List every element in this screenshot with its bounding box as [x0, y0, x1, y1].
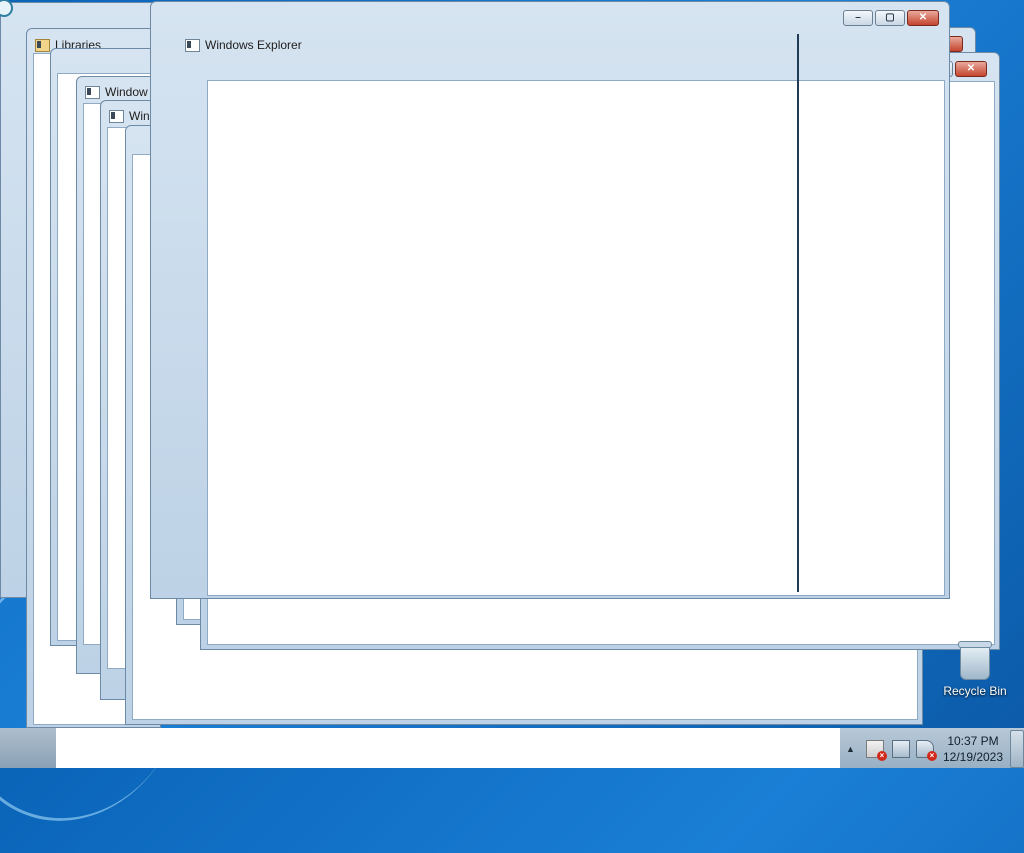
desktop-icon-label: Recycle Bin [943, 684, 1007, 698]
minimize-button[interactable]: – [843, 10, 873, 26]
window-title: Win [129, 109, 150, 123]
window-app-icon [109, 110, 124, 123]
network-icon[interactable] [892, 740, 910, 758]
pane-splitter[interactable] [797, 34, 799, 592]
folder-icon [35, 39, 50, 52]
window-app-icon [185, 39, 200, 52]
volume-muted-icon[interactable]: × [916, 740, 937, 761]
close-icon: ✕ [918, 12, 928, 23]
close-button[interactable]: ✕ [955, 61, 987, 77]
maximize-icon: ▢ [885, 12, 895, 23]
desktop-icon-recycle-bin[interactable]: Recycle Bin [940, 641, 1010, 698]
clock-date: 12/19/2023 [942, 750, 1004, 764]
window-title: Windows Explorer [205, 38, 302, 52]
error-badge-icon: × [877, 751, 887, 761]
window-windows-explorer[interactable]: – ▢ ✕ Windows Explorer [150, 1, 950, 599]
window-icon [0, 0, 13, 17]
start-button[interactable] [0, 728, 56, 768]
maximize-button[interactable]: ▢ [875, 10, 905, 26]
close-button[interactable]: ✕ [907, 10, 939, 26]
recycle-bin-icon [958, 641, 992, 680]
close-icon: ✕ [966, 63, 976, 74]
window-client [207, 80, 945, 596]
minimize-icon: – [855, 12, 861, 23]
show-desktop-button[interactable] [1010, 730, 1024, 768]
mute-badge-icon: × [927, 751, 937, 761]
clock[interactable]: 10:37 PM 12/19/2023 [938, 733, 1008, 765]
window-title: Window [105, 85, 148, 99]
window-app-icon [85, 86, 100, 99]
action-center-icon[interactable]: × [866, 740, 887, 761]
taskbar-buttons-area[interactable] [56, 728, 840, 768]
caption-buttons: – ▢ ✕ [843, 10, 939, 26]
clock-time: 10:37 PM [947, 734, 999, 748]
show-hidden-icons-button[interactable]: ▲ [846, 744, 855, 754]
